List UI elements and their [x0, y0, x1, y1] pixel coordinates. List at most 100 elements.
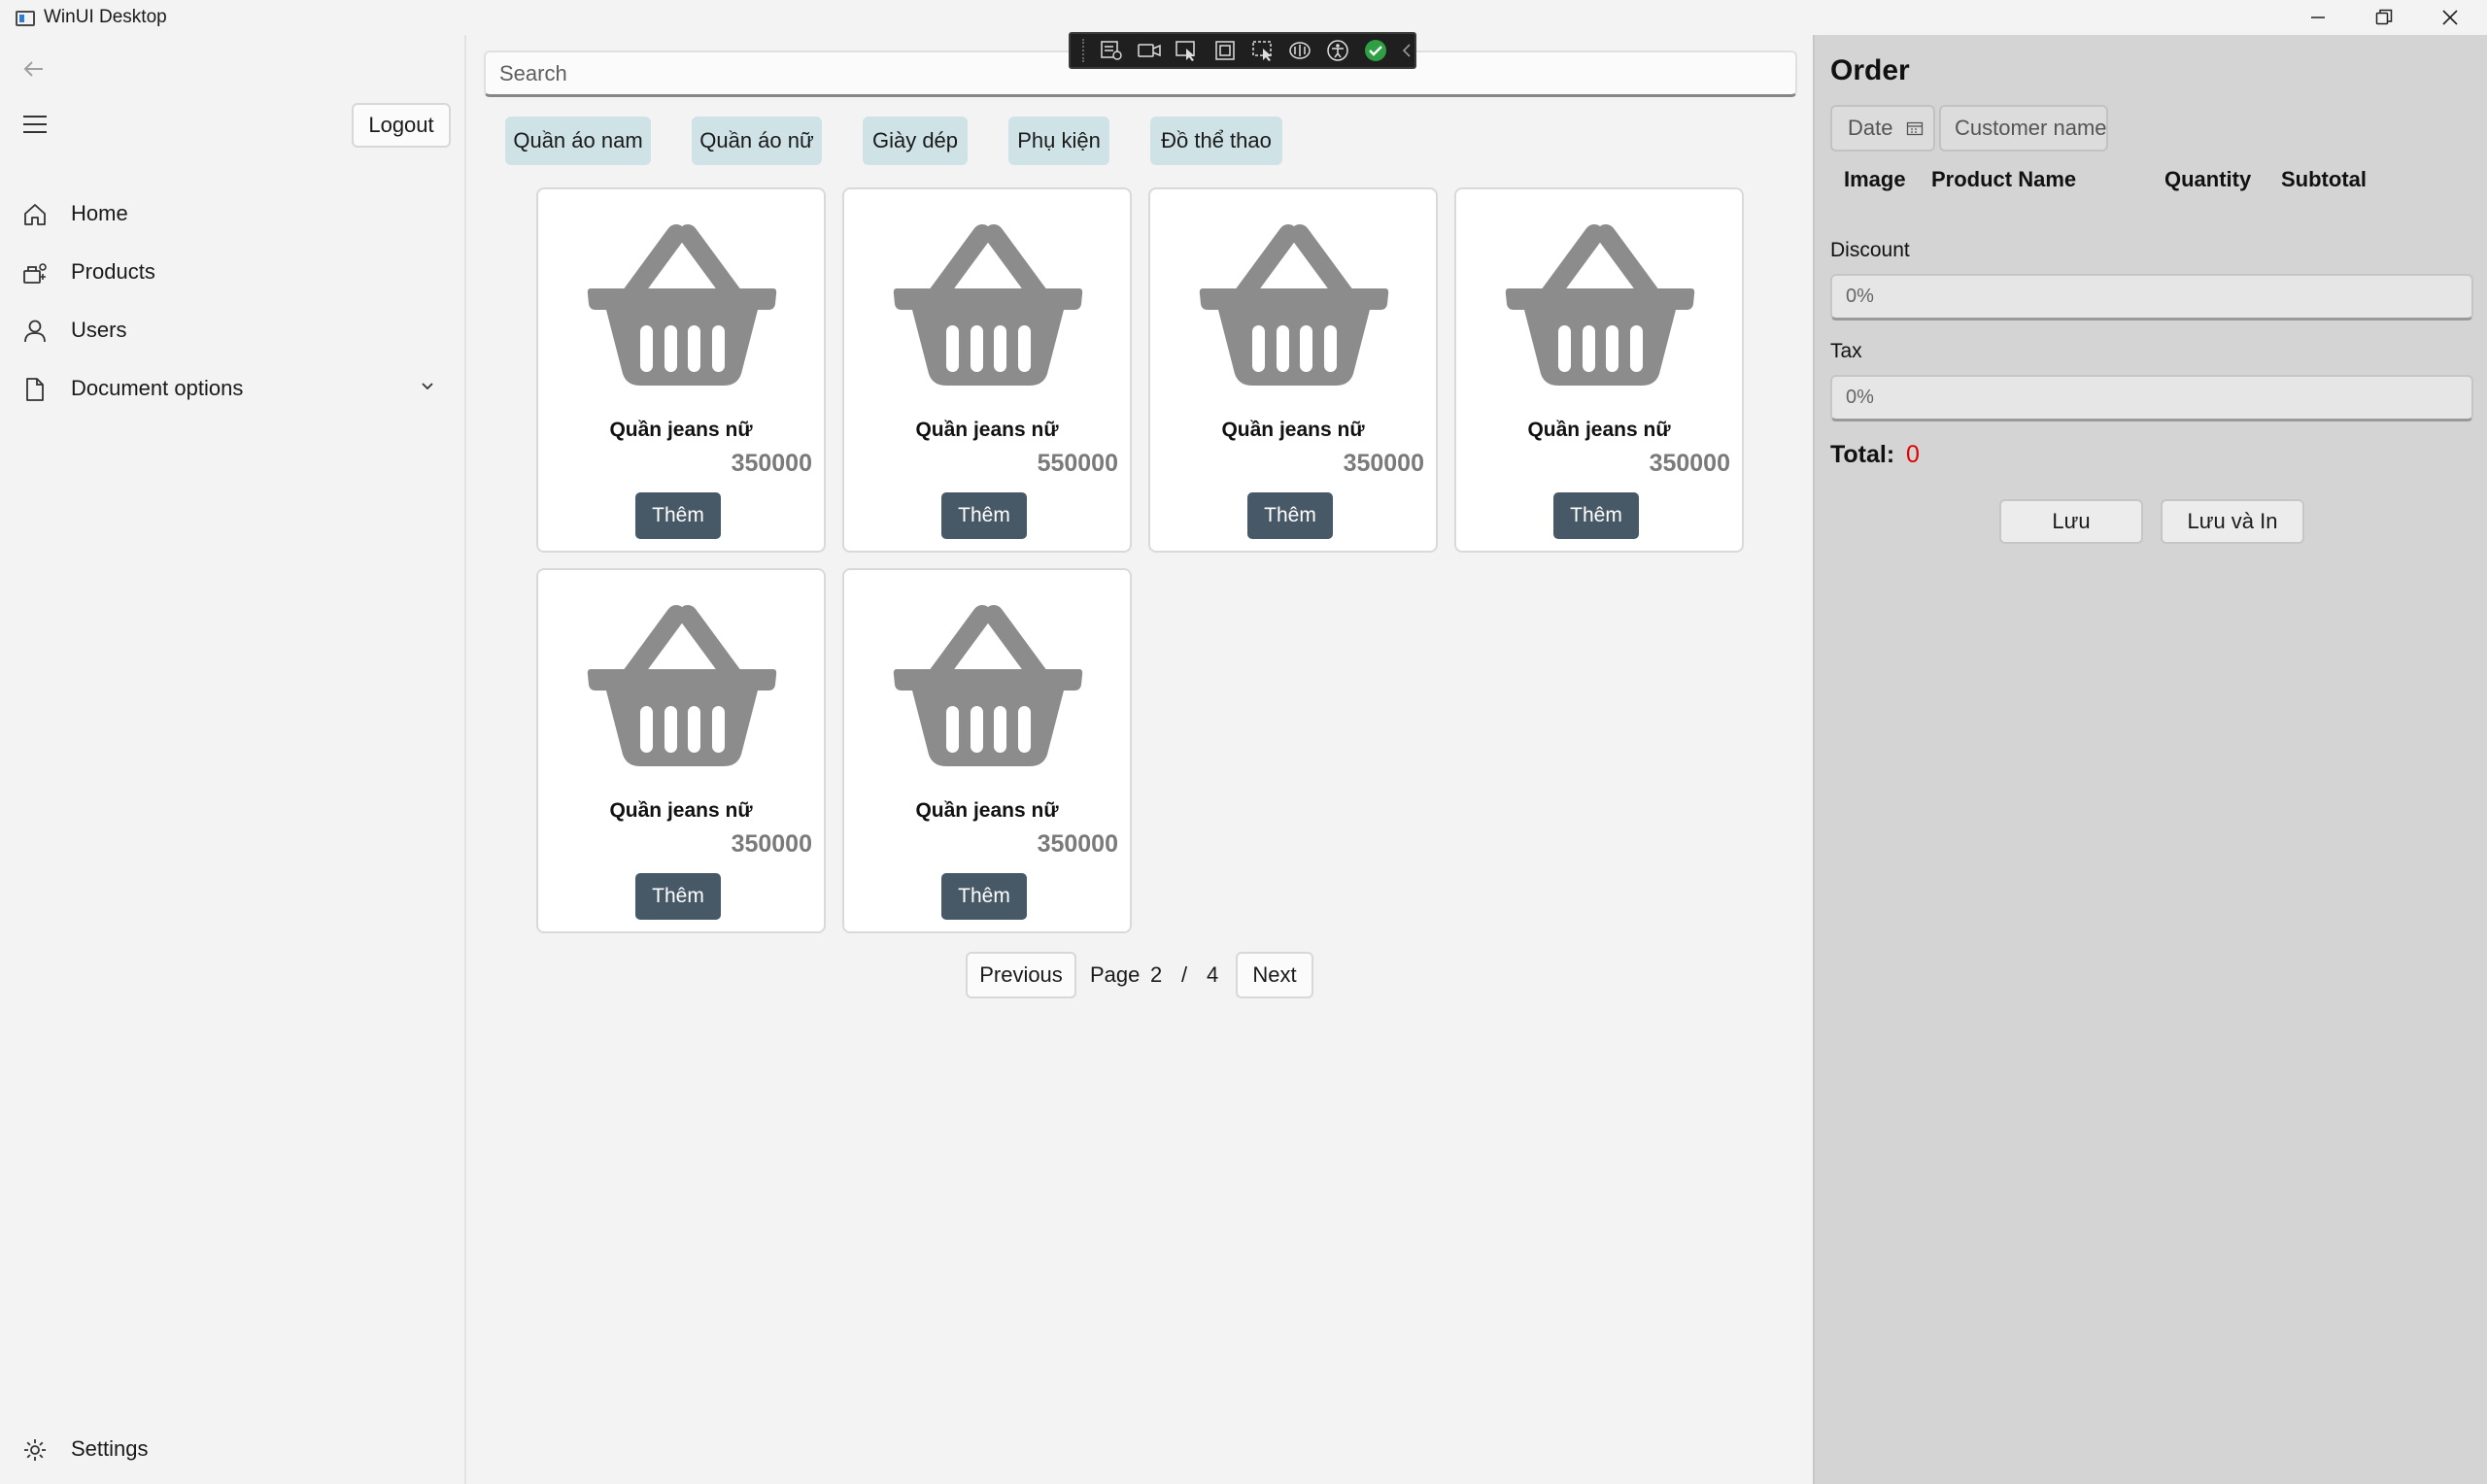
page-label: Page [1090, 962, 1141, 987]
customer-name-input[interactable]: Customer name [1939, 105, 2108, 152]
restore-button[interactable] [2351, 0, 2417, 35]
product-price: 350000 [1343, 450, 1424, 477]
discount-label: Discount [1830, 239, 1910, 261]
home-icon [24, 204, 46, 225]
debug-toolbar [1069, 32, 1416, 69]
navigation-pane: Logout Home Products Users Document opti… [0, 35, 466, 1484]
total-label: Total: [1830, 441, 1895, 468]
binding-failures-icon[interactable] [1286, 38, 1314, 63]
basket-icon [893, 224, 1083, 388]
total-value: 0 [1906, 441, 1920, 468]
restore-icon [2375, 9, 2393, 25]
minimize-icon [2311, 17, 2325, 18]
current-page: 2 [1150, 962, 1163, 987]
category-chip[interactable]: Quần áo nam [505, 117, 651, 165]
product-card: Quần jeans nữ 350000 Thêm [1454, 187, 1744, 553]
category-chip[interactable]: Giày dép [863, 117, 968, 165]
product-card: Quần jeans nữ 350000 Thêm [1148, 187, 1438, 553]
save-and-print-button[interactable]: Lưu và In [2161, 499, 2304, 544]
add-to-order-button[interactable]: Thêm [941, 873, 1027, 920]
product-price: 350000 [731, 830, 812, 858]
video-icon[interactable] [1136, 38, 1164, 63]
chevron-down-icon [422, 383, 433, 390]
nav-item-label: Home [71, 201, 128, 225]
toolbar-grip-icon[interactable] [1082, 39, 1088, 62]
add-to-order-button[interactable]: Thêm [635, 873, 721, 920]
tax-label: Tax [1830, 340, 1862, 362]
category-chip[interactable]: Quần áo nữ [692, 117, 822, 165]
add-to-order-button[interactable]: Thêm [1553, 492, 1639, 539]
product-name: Quần jeans nữ [609, 419, 753, 441]
user-icon [24, 320, 46, 343]
product-price: 350000 [1037, 830, 1118, 858]
product-name: Quần jeans nữ [609, 799, 753, 822]
column-header-subtotal: Subtotal [2281, 167, 2367, 191]
next-page-button[interactable]: Next [1236, 952, 1313, 998]
product-name: Quần jeans nữ [1527, 419, 1671, 441]
app-icon [16, 11, 35, 26]
close-icon [2442, 10, 2458, 25]
basket-icon [587, 605, 777, 768]
nav-item-label: Document options [71, 376, 244, 400]
order-title: Order [1830, 54, 1910, 86]
live-visual-tree-icon[interactable] [1098, 38, 1126, 63]
logout-button[interactable]: Logout [352, 103, 451, 148]
product-price: 350000 [1649, 450, 1730, 477]
nav-item-settings[interactable]: Settings [0, 1422, 464, 1476]
product-name: Quần jeans nữ [1221, 419, 1365, 441]
basket-icon [587, 224, 777, 388]
products-icon [23, 263, 47, 284]
product-name: Quần jeans nữ [915, 419, 1059, 441]
total-pages: 4 [1207, 962, 1219, 987]
order-panel: Order Date Customer name Image Product N… [1813, 35, 2487, 1484]
date-picker[interactable]: Date [1830, 105, 1935, 152]
nav-item-users[interactable]: Users [0, 303, 464, 357]
previous-page-button[interactable]: Previous [966, 952, 1076, 998]
category-chip[interactable]: Phụ kiện [1008, 117, 1109, 165]
select-element-icon[interactable] [1174, 38, 1202, 63]
nav-item-home[interactable]: Home [0, 186, 464, 241]
collapse-toolbar-icon[interactable] [1400, 38, 1414, 63]
save-button[interactable]: Lưu [1999, 499, 2143, 544]
product-price: 350000 [731, 450, 812, 477]
nav-item-document-options[interactable]: Document options [0, 361, 464, 416]
add-to-order-button[interactable]: Thêm [941, 492, 1027, 539]
product-price: 550000 [1037, 450, 1118, 477]
hamburger-menu-icon[interactable] [21, 113, 49, 136]
main-content: Search Quần áo nam Quần áo nữ Giày dép P… [468, 35, 1813, 1484]
product-card: Quần jeans nữ 350000 Thêm [842, 568, 1132, 933]
column-header-product-name: Product Name [1931, 167, 2077, 191]
calendar-icon [1907, 121, 1924, 136]
nav-item-label: Products [71, 259, 155, 284]
track-focus-icon[interactable] [1248, 38, 1277, 63]
category-chip[interactable]: Đồ thể thao [1150, 117, 1282, 165]
add-to-order-button[interactable]: Thêm [635, 492, 721, 539]
basket-icon [1505, 224, 1695, 388]
page-separator: / [1181, 962, 1188, 987]
product-card: Quần jeans nữ 350000 Thêm [536, 568, 826, 933]
basket-icon [893, 605, 1083, 768]
column-header-image: Image [1844, 167, 1906, 191]
title-bar: WinUI Desktop [0, 0, 2487, 35]
nav-item-products[interactable]: Products [0, 245, 464, 299]
document-icon [26, 378, 44, 401]
back-arrow-icon[interactable] [19, 54, 49, 84]
minimize-button[interactable] [2285, 0, 2351, 35]
close-button[interactable] [2417, 0, 2483, 35]
hot-reload-status-icon[interactable] [1362, 38, 1390, 63]
column-header-quantity: Quantity [2164, 167, 2252, 191]
display-layout-adorners-icon[interactable] [1210, 38, 1239, 63]
product-card: Quần jeans nữ 350000 Thêm [536, 187, 826, 553]
date-placeholder: Date [1848, 116, 1893, 140]
product-name: Quần jeans nữ [915, 799, 1059, 822]
discount-input[interactable]: 0% [1830, 274, 2473, 320]
basket-icon [1199, 224, 1389, 388]
gear-icon [24, 1439, 46, 1461]
product-card: Quần jeans nữ 550000 Thêm [842, 187, 1132, 553]
nav-item-label: Users [71, 318, 127, 342]
window-title: WinUI Desktop [44, 7, 167, 27]
add-to-order-button[interactable]: Thêm [1247, 492, 1333, 539]
accessibility-icon[interactable] [1324, 38, 1352, 63]
nav-item-label: Settings [71, 1436, 149, 1461]
tax-input[interactable]: 0% [1830, 375, 2473, 422]
